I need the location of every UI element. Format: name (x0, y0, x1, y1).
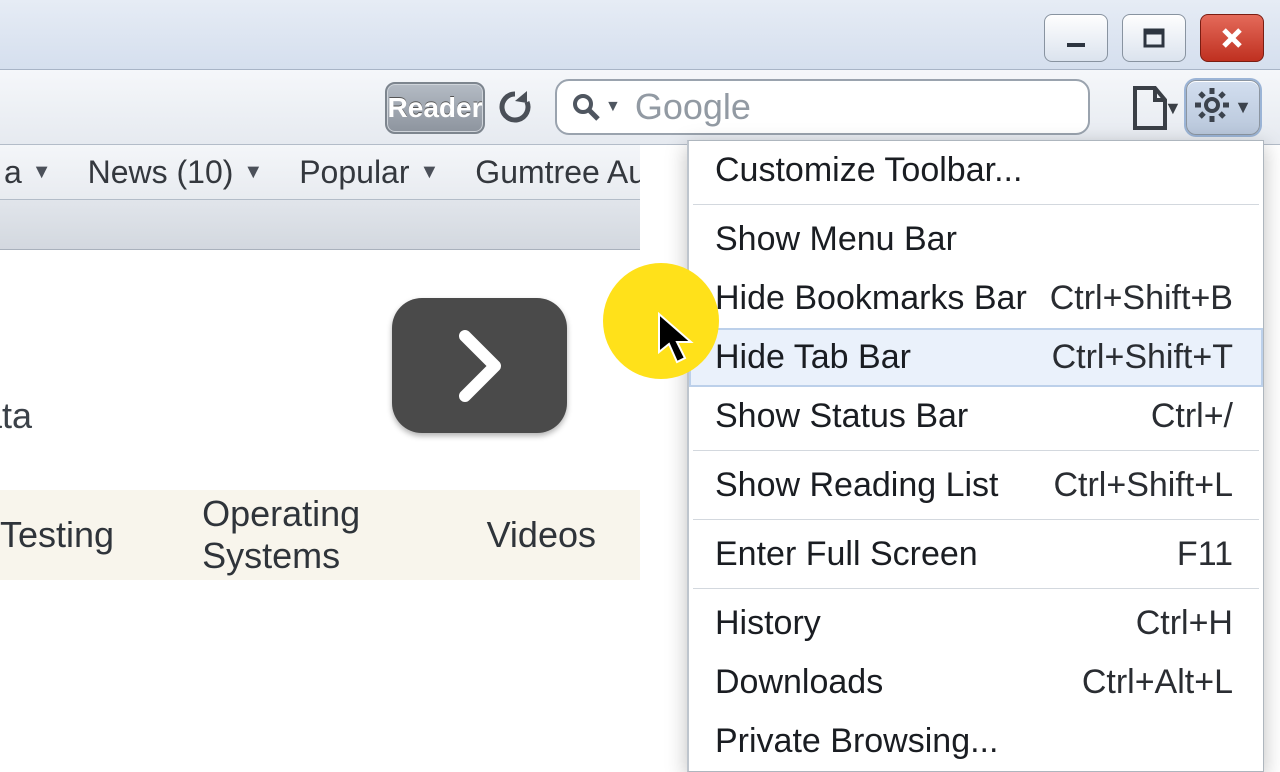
window-controls (1044, 14, 1264, 62)
bookmark-item-popular[interactable]: Popular ▼ (281, 154, 457, 191)
cursor-icon (655, 312, 697, 371)
menu-separator (693, 204, 1259, 206)
menu-item-hide-tab-bar[interactable]: Hide Tab Bar Ctrl+Shift+T (689, 328, 1263, 387)
gear-icon (1194, 87, 1230, 128)
shortcut-text: Ctrl+Shift+T (1052, 338, 1233, 377)
minimize-button[interactable] (1044, 14, 1108, 62)
close-button[interactable] (1200, 14, 1264, 62)
window-titlebar: e! (0, 0, 1280, 70)
menu-item-private-browsing[interactable]: Private Browsing... (689, 712, 1263, 771)
nav-item-testing[interactable]: Testing (0, 514, 158, 556)
menu-separator (693, 519, 1259, 521)
chevron-down-icon: ▼ (32, 161, 52, 184)
shortcut-text: Ctrl+Shift+L (1053, 466, 1233, 505)
settings-button[interactable]: ▼ (1186, 80, 1260, 135)
shortcut-text: Ctrl+H (1136, 604, 1233, 643)
shortcut-text: Ctrl+Shift+B (1050, 279, 1233, 318)
page-content: rts ess Data Testing Operating Systems V… (0, 250, 640, 720)
reader-button[interactable]: Reader (385, 82, 485, 134)
menu-item-history[interactable]: History Ctrl+H (689, 594, 1263, 653)
maximize-button[interactable] (1122, 14, 1186, 62)
page-subheading-fragment: ess Data (0, 395, 32, 437)
bookmark-item-truncated[interactable]: a ▼ (0, 154, 70, 191)
menu-item-show-status-bar[interactable]: Show Status Bar Ctrl+/ (689, 387, 1263, 446)
shortcut-text: F11 (1177, 535, 1233, 574)
menu-separator (693, 450, 1259, 452)
menu-item-show-reading-list[interactable]: Show Reading List Ctrl+Shift+L (689, 456, 1263, 515)
shortcut-text: Ctrl+/ (1151, 397, 1233, 436)
browser-toolbar: Reader ▼ Google ▼ ▼ (0, 70, 1280, 145)
menu-separator (693, 588, 1259, 590)
settings-dropdown-icon: ▼ (1234, 97, 1252, 118)
search-icon (571, 92, 601, 122)
nav-item-os[interactable]: Operating Systems (158, 493, 442, 577)
bookmarks-bar: a ▼ News (10) ▼ Popular ▼ Gumtree Au...s… (0, 145, 640, 200)
tab-strip (0, 200, 640, 250)
search-input[interactable]: ▼ Google (555, 79, 1090, 135)
bookmark-item-gumtree[interactable]: Gumtree Au...ssifieds. (457, 154, 640, 191)
bookmark-item-news[interactable]: News (10) ▼ (70, 154, 282, 191)
chevron-down-icon: ▼ (243, 161, 263, 184)
search-engine-dropdown-icon[interactable]: ▼ (605, 98, 621, 116)
next-button[interactable] (392, 298, 567, 433)
nav-item-videos[interactable]: Videos (443, 514, 640, 556)
search-placeholder: Google (635, 86, 751, 128)
menu-item-show-menu-bar[interactable]: Show Menu Bar (689, 210, 1263, 269)
menu-item-hide-bookmarks-bar[interactable]: Hide Bookmarks Bar Ctrl+Shift+B (689, 269, 1263, 328)
settings-menu: Customize Toolbar... Show Menu Bar Hide … (687, 140, 1264, 772)
reload-button[interactable] (492, 84, 538, 130)
menu-item-downloads[interactable]: Downloads Ctrl+Alt+L (689, 653, 1263, 712)
new-page-dropdown-icon[interactable]: ▼ (1164, 98, 1182, 119)
menu-item-full-screen[interactable]: Enter Full Screen F11 (689, 525, 1263, 584)
menu-item-customize-toolbar[interactable]: Customize Toolbar... (689, 141, 1263, 200)
page-nav: Testing Operating Systems Videos (0, 490, 640, 580)
shortcut-text: Ctrl+Alt+L (1082, 663, 1233, 702)
chevron-down-icon: ▼ (420, 161, 440, 184)
